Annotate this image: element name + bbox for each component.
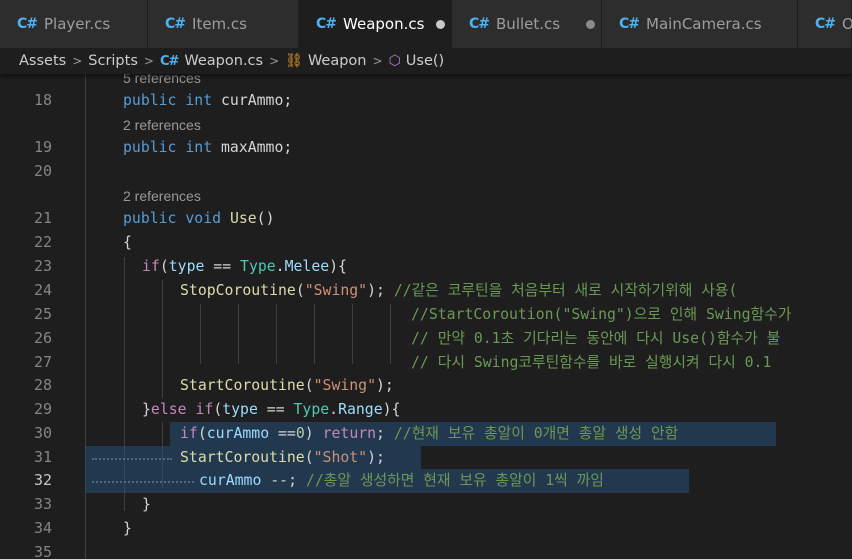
line-number: 29 — [33, 400, 52, 418]
line-number: 33 — [33, 495, 52, 513]
code-line: 27 // 다시 Swing코루틴함수를 바로 실행시켜 다시 0.1 — [0, 351, 852, 375]
breadcrumb-method[interactable]: Use() — [406, 53, 444, 69]
code-text: public void Use() — [123, 210, 275, 227]
code-text: curAmmo --; //총알 생성하면 현재 보유 총알이 1씩 까임 — [199, 472, 604, 489]
csharp-icon: C# — [17, 16, 38, 32]
code-line: 25 //StartCoroution("Swing")으로 인해 Swing함… — [0, 303, 852, 327]
code-line: 33 } — [0, 493, 852, 517]
code-text: }else if(type == Type.Range){ — [142, 401, 401, 418]
code-line: 24 StopCoroutine("Swing"); //같은 코루틴을 처음부… — [0, 279, 852, 303]
line-number: 18 — [33, 91, 52, 109]
editor-tab-bar: C# Player.cs C# Item.cs C# Weapon.cs C# … — [0, 0, 852, 48]
code-line: 22 { — [0, 231, 852, 255]
line-number: 23 — [33, 257, 52, 275]
code-line: 31 StartCoroutine("Shot"); — [0, 446, 852, 470]
line-number: 24 — [33, 281, 52, 299]
breadcrumb-class[interactable]: Weapon — [308, 53, 367, 69]
tab-label: MainCamera.cs — [646, 15, 762, 33]
tab-item-cs[interactable]: C# Item.cs — [148, 0, 299, 48]
code-line: 34 } — [0, 517, 852, 541]
line-number: 27 — [33, 353, 52, 371]
unsaved-dot-icon[interactable] — [586, 19, 596, 29]
line-number: 20 — [33, 162, 52, 180]
csharp-icon: C# — [316, 16, 337, 32]
csharp-icon: C# — [815, 16, 836, 32]
code-text: if(curAmmo ==0) return; //현재 보유 총알이 0개면 … — [180, 425, 679, 442]
code-line: 23 if(type == Type.Melee){ — [0, 255, 852, 279]
code-text: //StartCoroution("Swing")으로 인해 Swing함수가 — [411, 306, 801, 323]
code-text: { — [123, 234, 132, 251]
chevron-right-icon: > — [143, 54, 154, 68]
breadcrumb-file[interactable]: Weapon.cs — [184, 53, 263, 69]
line-number: 35 — [33, 543, 52, 559]
chevron-right-icon: > — [269, 54, 280, 68]
line-number: 30 — [33, 424, 52, 442]
code-text: StopCoroutine("Swing"); //같은 코루틴을 처음부터 새… — [180, 282, 738, 299]
chevron-right-icon: > — [372, 54, 383, 68]
line-number: 25 — [33, 305, 52, 323]
code-text: } — [142, 496, 151, 513]
class-icon: ⛓ — [285, 53, 303, 69]
line-number: 19 — [33, 138, 52, 156]
code-line: 29 }else if(type == Type.Range){ — [0, 398, 852, 422]
code-text: if(type == Type.Melee){ — [142, 258, 347, 275]
code-text: // 다시 Swing코루틴함수를 바로 실행시켜 다시 0.1 — [411, 354, 772, 371]
code-text: // 만약 0.1초 기다리는 동안에 다시 Use()함수가 불 — [411, 330, 781, 347]
breadcrumb-assets[interactable]: Assets — [19, 53, 66, 69]
code-line: 26 // 만약 0.1초 기다리는 동안에 다시 Use()함수가 불 — [0, 327, 852, 351]
code-text: public int maxAmmo; — [123, 139, 293, 156]
code-text: StartCoroutine("Shot"); — [180, 449, 385, 466]
tab-obj-cs[interactable]: C# Obi — [798, 0, 852, 48]
codelens-references[interactable]: 2 references — [123, 115, 201, 135]
code-line: 35 — [0, 541, 852, 559]
code-line: 21 public void Use() — [0, 207, 852, 231]
code-line: 18 public int curAmmo; — [0, 89, 852, 113]
tab-label: Bullet.cs — [496, 15, 561, 33]
code-editor[interactable]: 5 references 18 public int curAmmo; 2 re… — [0, 74, 852, 559]
code-line: 28 StartCoroutine("Swing"); — [0, 374, 852, 398]
chevron-right-icon: > — [72, 54, 83, 68]
tab-weapon-cs[interactable]: C# Weapon.cs — [299, 0, 452, 48]
breadcrumb-scripts[interactable]: Scripts — [88, 53, 138, 69]
code-text: StartCoroutine("Swing"); — [180, 377, 394, 394]
code-text: public int curAmmo; — [123, 92, 293, 109]
line-number: 31 — [33, 448, 52, 466]
tab-label: Obi — [842, 15, 852, 33]
code-line: 19 public int maxAmmo; — [0, 136, 852, 160]
csharp-icon: C# — [469, 16, 490, 32]
csharp-icon: C# — [165, 16, 186, 32]
unsaved-dot-icon[interactable] — [436, 19, 446, 29]
breadcrumb: Assets > Scripts > C# Weapon.cs > ⛓ Weap… — [0, 48, 852, 74]
csharp-icon: C# — [159, 53, 179, 69]
tab-player-cs[interactable]: C# Player.cs — [0, 0, 148, 48]
line-number: 21 — [33, 209, 52, 227]
line-number: 26 — [33, 329, 52, 347]
code-line: 20 — [0, 160, 852, 184]
line-number: 32 — [33, 471, 52, 489]
line-number: 34 — [33, 519, 52, 537]
codelens-references[interactable]: 5 references — [123, 74, 201, 88]
tab-label: Item.cs — [192, 15, 247, 33]
line-number: 22 — [33, 233, 52, 251]
code-line: 30 if(curAmmo ==0) return; //현재 보유 총알이 0… — [0, 422, 852, 446]
tab-bullet-cs[interactable]: C# Bullet.cs — [452, 0, 602, 48]
code-line-current: 32 curAmmo --; //총알 생성하면 현재 보유 총알이 1씩 까임 — [0, 469, 852, 493]
line-number: 28 — [33, 376, 52, 394]
codelens-references[interactable]: 2 references — [123, 186, 201, 206]
code-text: } — [123, 520, 132, 537]
csharp-icon: C# — [619, 16, 640, 32]
tab-label: Player.cs — [44, 15, 111, 33]
tab-label: Weapon.cs — [343, 15, 425, 33]
tab-maincamera-cs[interactable]: C# MainCamera.cs — [602, 0, 798, 48]
method-cube-icon: ⬡ — [388, 53, 401, 69]
